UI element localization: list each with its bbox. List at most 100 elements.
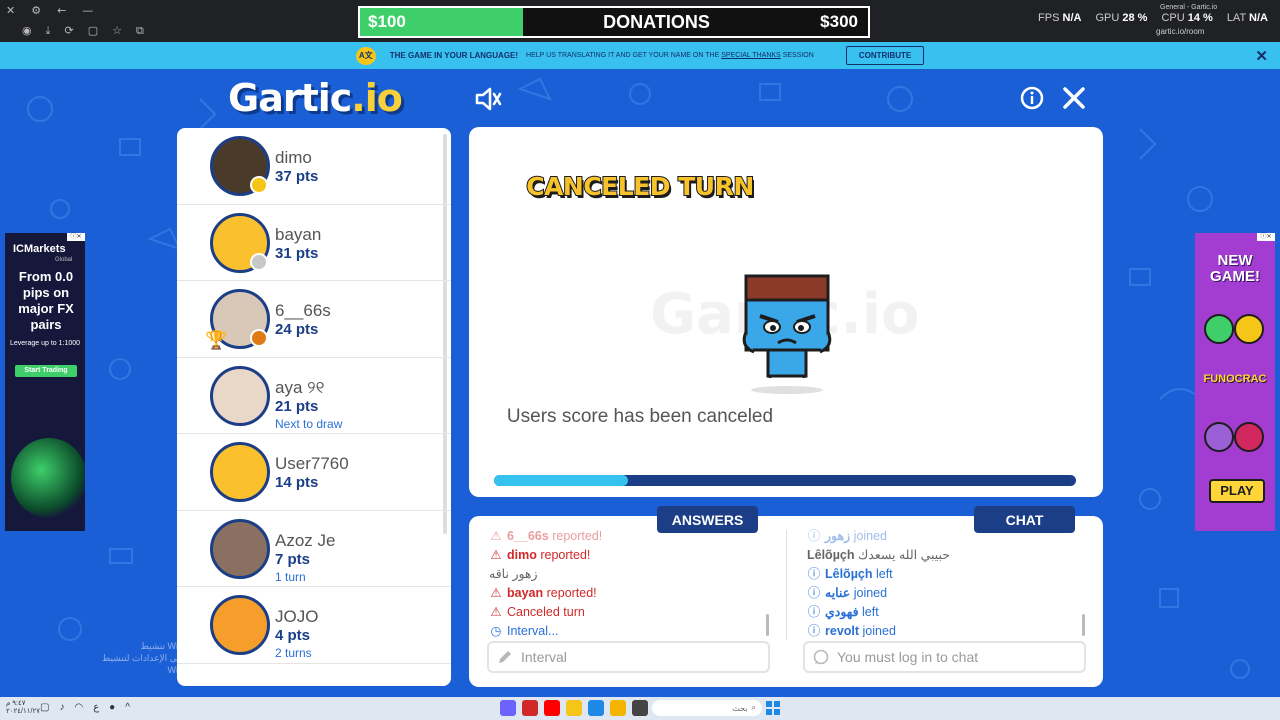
- performance-stats: FPS N/A GPU 28 % CPU 14 % LAT N/A: [1038, 12, 1268, 24]
- ad-cta-button[interactable]: Start Trading: [15, 365, 77, 377]
- gpu-stat: GPU 28 %: [1095, 12, 1147, 24]
- player-row[interactable]: JOJO 4 pts 2 turns: [177, 587, 451, 664]
- store-icon[interactable]: [588, 700, 604, 716]
- ad-info-icon[interactable]: ⓘ✕: [67, 233, 85, 241]
- log-username[interactable]: 6__66s: [507, 529, 549, 543]
- player-row[interactable]: Azoz Je 7 pts 1 turn: [177, 511, 451, 587]
- special-thanks-link[interactable]: SPECIAL THANKS: [721, 52, 781, 59]
- taskbar-search-placeholder: بحث: [732, 703, 748, 713]
- log-message: ⓘ عنايه joined: [807, 584, 1087, 603]
- terminal-icon[interactable]: [632, 700, 648, 716]
- minimize-icon[interactable]: —: [82, 4, 93, 17]
- notification-icon[interactable]: ▢: [40, 702, 49, 713]
- turn-timer-fill: [494, 475, 628, 486]
- chat-input[interactable]: You must log in to chat: [803, 641, 1086, 673]
- player-points: 4 pts: [275, 627, 311, 644]
- taskbar-search[interactable]: بحث ⌕: [652, 700, 762, 716]
- chevron-up-icon[interactable]: ^: [125, 702, 130, 713]
- log-username[interactable]: Lêlõµçh: [825, 567, 873, 581]
- speaker-icon[interactable]: ♪: [59, 702, 64, 713]
- log-text: joined: [853, 586, 888, 600]
- log-username[interactable]: dimo: [507, 548, 537, 562]
- banner-close-icon[interactable]: ✕: [1255, 47, 1268, 65]
- chrome-icon[interactable]: [566, 700, 582, 716]
- player-row[interactable]: bayan 31 pts: [177, 205, 451, 281]
- sound-mute-icon[interactable]: [474, 86, 502, 112]
- player-status-dot: [250, 252, 268, 271]
- ad-info-icon-right[interactable]: ⓘ✕: [1257, 233, 1275, 241]
- language-icon[interactable]: ع: [93, 702, 99, 713]
- log-username[interactable]: فهودي: [825, 605, 859, 619]
- log-username[interactable]: زهور: [825, 529, 850, 543]
- player-subtext: 2 turns: [275, 646, 312, 660]
- youtube-icon[interactable]: [544, 700, 560, 716]
- info-icon[interactable]: [1020, 86, 1044, 110]
- ad-monsters-illustration: [1204, 422, 1264, 452]
- ad-new-game-text: NEW GAME!: [1210, 252, 1260, 285]
- folder-icon[interactable]: [610, 700, 626, 716]
- angry-mascot-illustration: [742, 274, 832, 394]
- app-icon-red[interactable]: [522, 700, 538, 716]
- gartic-logo[interactable]: Gartic.io: [228, 76, 403, 120]
- info-circle-icon: ⓘ: [807, 567, 821, 581]
- log-text: Canceled turn: [507, 605, 585, 619]
- player-name: aya ୨୧: [275, 377, 325, 397]
- bookmark-icon[interactable]: ☆: [112, 24, 122, 38]
- fps-value: N/A: [1062, 12, 1082, 24]
- browser-tab-title[interactable]: General - Gartic.io: [1160, 4, 1217, 11]
- system-tray: ▢ ♪ ◠ ع ● ^: [40, 702, 130, 713]
- download-icon[interactable]: ⤓: [46, 24, 51, 38]
- player-row[interactable]: User7760 14 pts: [177, 434, 451, 511]
- windows-start-icon[interactable]: [766, 701, 780, 715]
- log-username[interactable]: Lêlõµçh: [807, 548, 855, 562]
- answer-input[interactable]: Interval: [487, 641, 770, 673]
- log-username[interactable]: revolt: [825, 624, 859, 637]
- chat-input-placeholder: You must log in to chat: [837, 649, 979, 665]
- log-text: حبيبي الله يسعدك: [857, 548, 951, 562]
- close-window-icon[interactable]: ✕: [6, 4, 15, 17]
- wifi-icon[interactable]: ◠: [74, 702, 83, 713]
- donation-bar: $100 DONATIONS $300: [358, 6, 870, 38]
- log-text: reported!: [552, 529, 603, 543]
- chat-scrollbar[interactable]: [1082, 614, 1085, 636]
- screen-icon[interactable]: ⧉: [136, 24, 144, 38]
- language-banner: A文 THE GAME IN YOUR LANGUAGE! HELP US TR…: [0, 42, 1280, 69]
- fps-stat: FPS N/A: [1038, 12, 1081, 24]
- ad-characters-illustration: [1204, 314, 1264, 344]
- discord-icon[interactable]: [500, 700, 516, 716]
- trophy-icon: 🏆: [205, 330, 228, 350]
- log-text: reported!: [546, 586, 597, 600]
- ad-play-button[interactable]: PLAY: [1209, 479, 1265, 503]
- answers-scrollbar[interactable]: [766, 614, 769, 636]
- log-text: Interval...: [507, 624, 559, 637]
- refresh-icon[interactable]: ⟳: [64, 24, 73, 38]
- donation-current: $100: [368, 12, 406, 31]
- clock[interactable]: ٩:٤٧ م ٢٠٢٤/١١/٢٧: [6, 700, 40, 716]
- windows-taskbar: ٩:٤٧ م ٢٠٢٤/١١/٢٧ ▢ ♪ ◠ ع ● ^ بحث ⌕: [0, 697, 1280, 720]
- warning-icon: ⚠: [490, 529, 502, 543]
- log-username[interactable]: bayan: [507, 586, 543, 600]
- lat-stat: LAT N/A: [1227, 12, 1268, 24]
- log-message: ⚠ 6__66s reported!: [489, 527, 769, 546]
- log-username[interactable]: عنايه: [825, 586, 850, 600]
- settings-icon[interactable]: ⚙: [31, 4, 41, 17]
- mic-icon[interactable]: ●: [109, 702, 115, 713]
- banner-text: HELP US TRANSLATING IT AND GET YOUR NAME…: [526, 52, 814, 59]
- search-icon: ⌕: [751, 703, 756, 712]
- home-icon[interactable]: ◉: [22, 24, 32, 38]
- warning-icon: ⚠: [490, 586, 502, 600]
- right-advertisement[interactable]: NEW GAME! FUNOCRAC PLAY: [1195, 233, 1275, 531]
- left-advertisement[interactable]: ICMarkets Global From 0.0 pips on major …: [5, 233, 85, 531]
- url-bar[interactable]: gartic.io/room: [1156, 27, 1204, 36]
- log-text: left: [862, 605, 879, 619]
- pages-icon[interactable]: ▢: [88, 24, 98, 38]
- player-name: User7760: [275, 454, 349, 473]
- player-row[interactable]: 🏆 6__66s 24 pts: [177, 281, 451, 358]
- contribute-button[interactable]: CONTRIBUTE: [845, 46, 925, 65]
- chat-log[interactable]: ⓘ زهور joined Lêlõµçh حبيبي الله يسعدك ⓘ Lêl…: [807, 527, 1087, 637]
- ad-brand-sub: Global: [55, 257, 73, 263]
- gpu-value: 28 %: [1122, 12, 1148, 24]
- answers-log[interactable]: ⚠ 6__66s reported! ⚠ dimo reported! زهور ناق…: [489, 527, 769, 637]
- close-room-icon[interactable]: [1062, 86, 1086, 110]
- back-icon[interactable]: ←: [57, 4, 66, 17]
